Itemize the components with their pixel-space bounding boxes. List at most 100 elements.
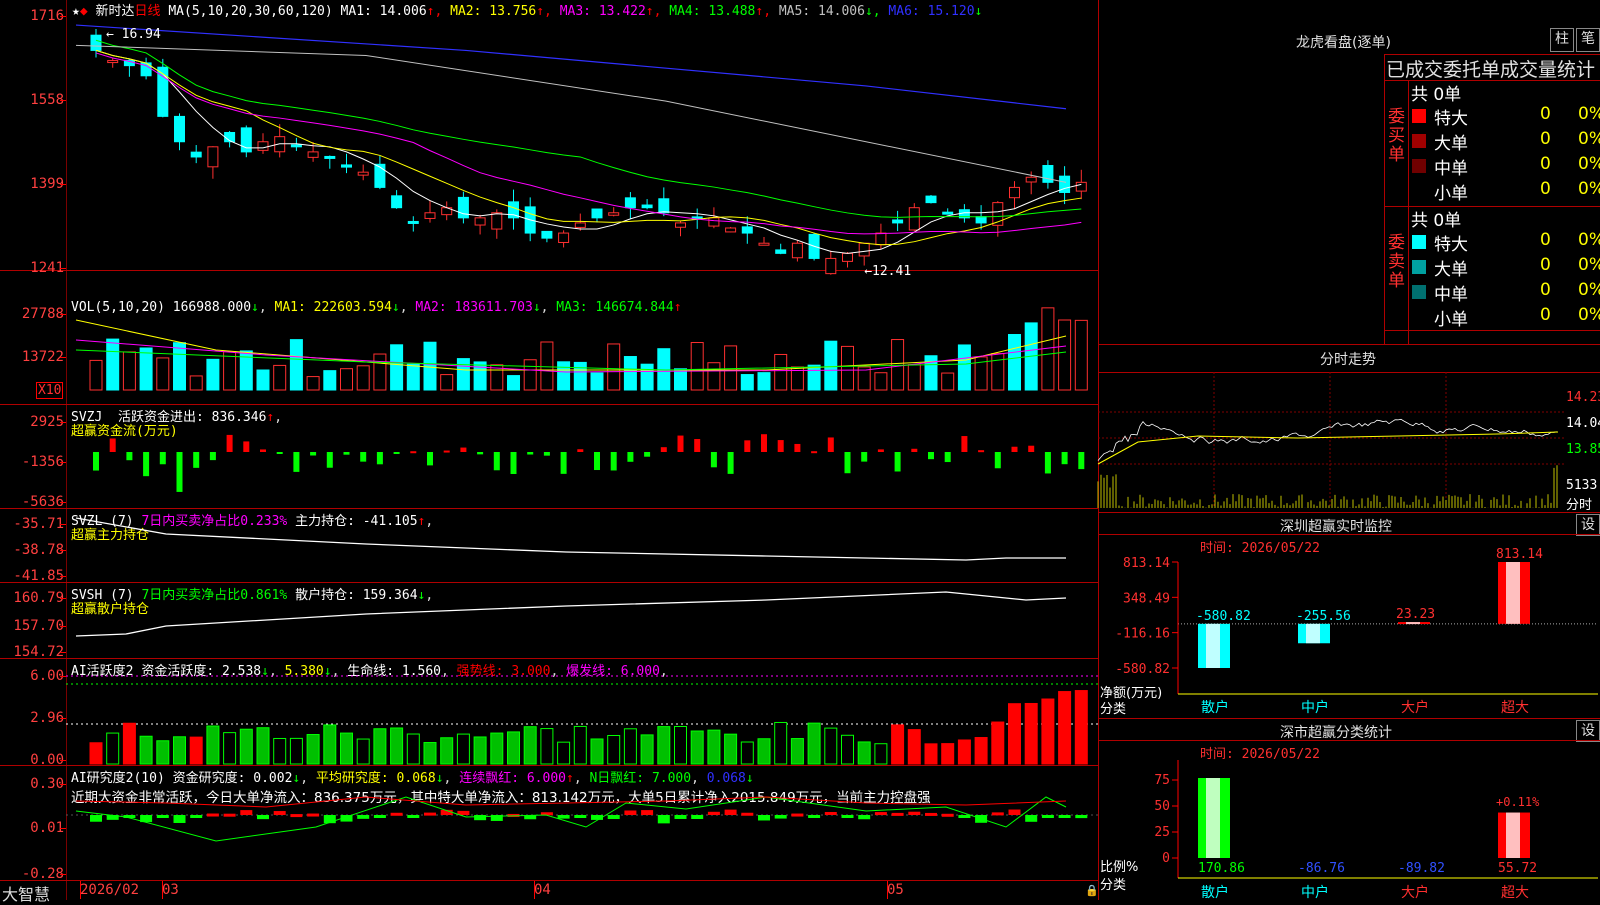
legend-swatch xyxy=(1412,285,1426,299)
volume-bar xyxy=(907,364,921,391)
flow-bar xyxy=(293,452,300,472)
retail-holding-chart[interactable] xyxy=(66,584,1098,658)
activity-bar xyxy=(607,735,621,765)
flow-bar xyxy=(376,452,383,465)
volume-bar xyxy=(306,376,320,391)
flow-bar xyxy=(427,452,433,466)
research-bar xyxy=(824,811,837,815)
volume-bar xyxy=(607,343,621,391)
stats-chart[interactable]: 75 50 25 0 170.86 散户 -86.76 中户 -89.82 大户 55.72 超大 +0… xyxy=(1098,740,1600,901)
activity-bar xyxy=(857,741,871,765)
stats-value: 170.86 xyxy=(1198,861,1245,876)
candle xyxy=(708,217,720,227)
fund-flow-chart[interactable] xyxy=(66,406,1098,508)
flow-bar xyxy=(543,452,550,456)
candle xyxy=(725,227,737,233)
volume-bar xyxy=(289,339,303,391)
sep-svzl xyxy=(0,582,1098,583)
candle xyxy=(491,212,503,230)
sep-main xyxy=(0,270,1098,271)
volume-bar xyxy=(356,365,370,391)
flow-bar xyxy=(761,434,767,452)
flow-bar xyxy=(744,440,751,452)
research-bar xyxy=(941,813,954,817)
lock-icon[interactable]: 🔒 xyxy=(1085,884,1099,897)
research-bar xyxy=(156,815,169,818)
research-bar xyxy=(273,811,286,815)
activity-chart[interactable] xyxy=(66,660,1098,765)
research-bar xyxy=(925,812,937,816)
candle xyxy=(324,155,336,159)
volume-bar xyxy=(557,361,571,391)
flow-bar xyxy=(159,452,166,465)
activity-bar xyxy=(1074,690,1088,765)
intraday-ylabel: 13.85 xyxy=(1566,442,1600,457)
activity-bar xyxy=(807,722,821,765)
longhu-p: 0% xyxy=(1578,255,1600,275)
flow-bar xyxy=(727,452,734,474)
tick-mode-button[interactable]: 笔 xyxy=(1576,28,1600,52)
bar-mode-button[interactable]: 柱 xyxy=(1550,28,1574,52)
holding-line xyxy=(75,591,1067,637)
longhu-p: 0% xyxy=(1578,154,1600,174)
monitor-chart[interactable]: 813.14 348.49 -116.16 -580.82 -580.82 散户 -255.… xyxy=(1098,534,1600,716)
longhu-v: 0 xyxy=(1540,230,1551,250)
research-bar xyxy=(758,815,770,821)
intraday-vol: 5133 xyxy=(1566,478,1598,493)
stats-ytick: 0 xyxy=(1162,851,1170,866)
xaxis-label: 05 xyxy=(887,882,904,898)
research-bar xyxy=(1075,815,1088,819)
monitor-category: 超大 xyxy=(1501,700,1529,716)
intraday-ylabel: 14.23 xyxy=(1566,390,1600,405)
flow-bar xyxy=(894,452,901,472)
candle xyxy=(825,257,837,275)
longhu-header: 已成交委托单成交量统计 xyxy=(1386,59,1596,81)
volume-bar xyxy=(924,355,938,391)
research-bar xyxy=(607,815,620,820)
flow-bar xyxy=(994,452,1001,469)
yaxis-label: 1716 xyxy=(30,8,64,24)
stats-pct: +0.11% xyxy=(1496,795,1540,809)
volume-bar xyxy=(473,361,487,391)
yaxis-label: -1356 xyxy=(21,454,64,470)
stats-ytick: 50 xyxy=(1154,799,1170,814)
activity-bar xyxy=(89,742,103,765)
volume-chart[interactable] xyxy=(66,300,1098,404)
candle xyxy=(641,204,653,209)
monitor-settings-button[interactable]: 设 xyxy=(1576,514,1600,536)
intraday-chart[interactable] xyxy=(1097,372,1566,508)
holding-line xyxy=(75,517,1066,561)
volume-bar xyxy=(941,372,955,391)
sell-order-label: 委卖单 xyxy=(1388,233,1405,291)
research-bar xyxy=(808,815,821,818)
candle xyxy=(591,208,603,219)
candle xyxy=(474,217,486,226)
buy-total: 共 0单 xyxy=(1411,85,1462,105)
flow-bar xyxy=(961,436,968,452)
volume-bar xyxy=(390,344,404,391)
longhu-p: 0% xyxy=(1578,280,1600,300)
volume-bar xyxy=(540,341,554,391)
research-bar xyxy=(641,810,654,815)
flow-bar xyxy=(109,438,116,452)
monitor-ytick: -580.82 xyxy=(1115,662,1170,677)
yaxis-label: 157.70 xyxy=(13,618,64,634)
candle xyxy=(541,230,553,239)
research-chart[interactable] xyxy=(66,767,1098,880)
activity-bar xyxy=(924,743,938,765)
candlestick-chart[interactable]: ← 16.94 ←12.41 xyxy=(66,14,1098,279)
volume-bar xyxy=(507,375,520,391)
longhu-name: 中单 xyxy=(1434,159,1468,179)
research-bar xyxy=(357,815,370,819)
stats-ytick: 25 xyxy=(1154,825,1170,840)
longhu-name: 中单 xyxy=(1434,285,1468,305)
brand-label: 大智慧 xyxy=(2,885,51,904)
activity-bar xyxy=(356,738,370,765)
research-bar xyxy=(173,815,186,823)
main-holding-chart[interactable] xyxy=(66,510,1098,582)
activity-bar xyxy=(874,743,888,765)
longhu-v: 0 xyxy=(1540,179,1551,199)
activity-bar xyxy=(189,736,203,765)
stats-settings-button[interactable]: 设 xyxy=(1576,720,1600,742)
activity-bar xyxy=(774,721,788,765)
